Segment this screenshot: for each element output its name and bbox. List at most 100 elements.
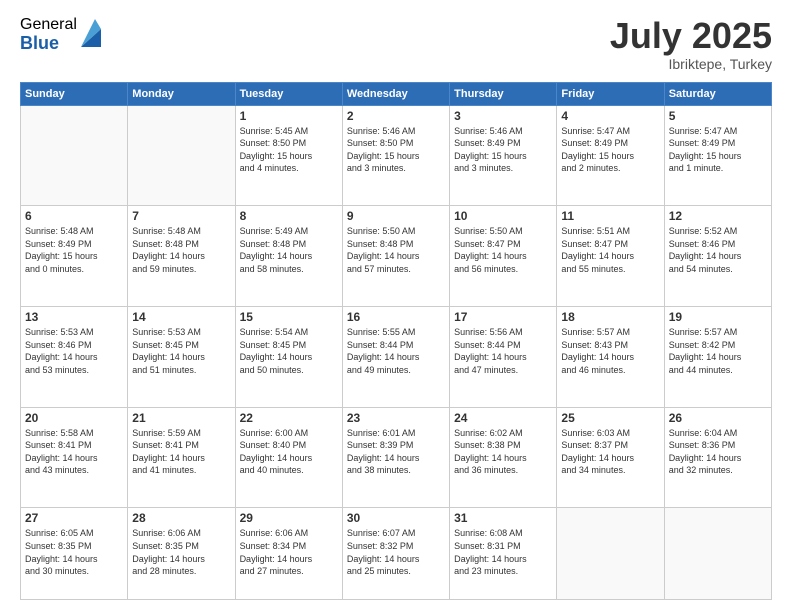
- calendar-cell: 22 Sunrise: 6:00 AM Sunset: 8:40 PM Dayli…: [235, 407, 342, 508]
- week-row-5: 27 Sunrise: 6:05 AM Sunset: 8:35 PM Dayli…: [21, 508, 772, 600]
- calendar-cell: 6 Sunrise: 5:48 AM Sunset: 8:49 PM Daylig…: [21, 206, 128, 307]
- day-number: 10: [454, 209, 552, 223]
- calendar-cell: [557, 508, 664, 600]
- day-number: 19: [669, 310, 767, 324]
- calendar-cell: 31Sunrise: 6:08 AM Sunset: 8:31 PM Dayli…: [450, 508, 557, 600]
- day-number: 13: [25, 310, 123, 324]
- cell-info: Sunrise: 5:52 AM Sunset: 8:46 PM Dayligh…: [669, 225, 767, 275]
- cell-info: Sunrise: 6:07 AM Sunset: 8:32 PM Dayligh…: [347, 527, 445, 577]
- calendar-body: 1 Sunrise: 5:45 AM Sunset: 8:50 PM Daylig…: [21, 105, 772, 599]
- page: General Blue July 2025 Ibriktepe, Turkey…: [0, 0, 792, 612]
- day-number: 3: [454, 109, 552, 123]
- cell-info: Sunrise: 5:51 AM Sunset: 8:47 PM Dayligh…: [561, 225, 659, 275]
- day-number: 17: [454, 310, 552, 324]
- week-row-1: 1 Sunrise: 5:45 AM Sunset: 8:50 PM Daylig…: [21, 105, 772, 206]
- day-number: 4: [561, 109, 659, 123]
- day-number: 22: [240, 411, 338, 425]
- cell-info: Sunrise: 6:06 AM Sunset: 8:35 PM Dayligh…: [132, 527, 230, 577]
- cell-info: Sunrise: 5:55 AM Sunset: 8:44 PM Dayligh…: [347, 326, 445, 376]
- calendar-cell: [128, 105, 235, 206]
- calendar-cell: 10 Sunrise: 5:50 AM Sunset: 8:47 PM Dayli…: [450, 206, 557, 307]
- cell-info: Sunrise: 6:04 AM Sunset: 8:36 PM Dayligh…: [669, 427, 767, 477]
- week-row-2: 6 Sunrise: 5:48 AM Sunset: 8:49 PM Daylig…: [21, 206, 772, 307]
- calendar-cell: 7Sunrise: 5:48 AM Sunset: 8:48 PM Daylig…: [128, 206, 235, 307]
- calendar-cell: 21 Sunrise: 5:59 AM Sunset: 8:41 PM Dayli…: [128, 407, 235, 508]
- day-number: 15: [240, 310, 338, 324]
- cell-info: Sunrise: 5:58 AM Sunset: 8:41 PM Dayligh…: [25, 427, 123, 477]
- calendar-cell: 4Sunrise: 5:47 AM Sunset: 8:49 PM Daylig…: [557, 105, 664, 206]
- day-header-tuesday: Tuesday: [235, 82, 342, 105]
- calendar-cell: 8Sunrise: 5:49 AM Sunset: 8:48 PM Daylig…: [235, 206, 342, 307]
- calendar-cell: 24 Sunrise: 6:02 AM Sunset: 8:38 PM Dayli…: [450, 407, 557, 508]
- calendar-cell: 16 Sunrise: 5:55 AM Sunset: 8:44 PM Dayli…: [342, 307, 449, 408]
- calendar-cell: 20 Sunrise: 5:58 AM Sunset: 8:41 PM Dayli…: [21, 407, 128, 508]
- calendar-cell: [664, 508, 771, 600]
- day-number: 9: [347, 209, 445, 223]
- day-number: 20: [25, 411, 123, 425]
- cell-info: Sunrise: 5:47 AM Sunset: 8:49 PM Dayligh…: [669, 125, 767, 175]
- calendar-cell: 15Sunrise: 5:54 AM Sunset: 8:45 PM Dayli…: [235, 307, 342, 408]
- day-number: 1: [240, 109, 338, 123]
- day-number: 16: [347, 310, 445, 324]
- day-number: 12: [669, 209, 767, 223]
- calendar-cell: 3 Sunrise: 5:46 AM Sunset: 8:49 PM Daylig…: [450, 105, 557, 206]
- cell-info: Sunrise: 5:57 AM Sunset: 8:42 PM Dayligh…: [669, 326, 767, 376]
- day-number: 29: [240, 511, 338, 525]
- cell-info: Sunrise: 5:46 AM Sunset: 8:49 PM Dayligh…: [454, 125, 552, 175]
- calendar-cell: 28Sunrise: 6:06 AM Sunset: 8:35 PM Dayli…: [128, 508, 235, 600]
- cell-info: Sunrise: 5:50 AM Sunset: 8:47 PM Dayligh…: [454, 225, 552, 275]
- cell-info: Sunrise: 5:50 AM Sunset: 8:48 PM Dayligh…: [347, 225, 445, 275]
- calendar-cell: 30Sunrise: 6:07 AM Sunset: 8:32 PM Dayli…: [342, 508, 449, 600]
- month-title: July 2025: [610, 16, 772, 56]
- header: General Blue July 2025 Ibriktepe, Turkey: [20, 16, 772, 72]
- day-header-saturday: Saturday: [664, 82, 771, 105]
- cell-info: Sunrise: 5:46 AM Sunset: 8:50 PM Dayligh…: [347, 125, 445, 175]
- week-row-4: 20 Sunrise: 5:58 AM Sunset: 8:41 PM Dayli…: [21, 407, 772, 508]
- logo-general: General: [20, 16, 77, 34]
- day-number: 31: [454, 511, 552, 525]
- cell-info: Sunrise: 6:05 AM Sunset: 8:35 PM Dayligh…: [25, 527, 123, 577]
- day-number: 6: [25, 209, 123, 223]
- calendar-table: SundayMondayTuesdayWednesdayThursdayFrid…: [20, 82, 772, 600]
- day-number: 21: [132, 411, 230, 425]
- cell-info: Sunrise: 6:00 AM Sunset: 8:40 PM Dayligh…: [240, 427, 338, 477]
- week-row-3: 13 Sunrise: 5:53 AM Sunset: 8:46 PM Dayli…: [21, 307, 772, 408]
- logo: General Blue: [20, 16, 101, 53]
- cell-info: Sunrise: 6:03 AM Sunset: 8:37 PM Dayligh…: [561, 427, 659, 477]
- calendar-cell: 18Sunrise: 5:57 AM Sunset: 8:43 PM Dayli…: [557, 307, 664, 408]
- cell-info: Sunrise: 6:01 AM Sunset: 8:39 PM Dayligh…: [347, 427, 445, 477]
- day-header-thursday: Thursday: [450, 82, 557, 105]
- cell-info: Sunrise: 5:48 AM Sunset: 8:49 PM Dayligh…: [25, 225, 123, 275]
- calendar-cell: 14 Sunrise: 5:53 AM Sunset: 8:45 PM Dayli…: [128, 307, 235, 408]
- day-number: 7: [132, 209, 230, 223]
- cell-info: Sunrise: 6:02 AM Sunset: 8:38 PM Dayligh…: [454, 427, 552, 477]
- cell-info: Sunrise: 5:53 AM Sunset: 8:46 PM Dayligh…: [25, 326, 123, 376]
- calendar-cell: 5 Sunrise: 5:47 AM Sunset: 8:49 PM Daylig…: [664, 105, 771, 206]
- day-number: 27: [25, 511, 123, 525]
- logo-blue: Blue: [20, 34, 77, 54]
- calendar-cell: 11 Sunrise: 5:51 AM Sunset: 8:47 PM Dayli…: [557, 206, 664, 307]
- calendar-header-row: SundayMondayTuesdayWednesdayThursdayFrid…: [21, 82, 772, 105]
- day-number: 14: [132, 310, 230, 324]
- cell-info: Sunrise: 5:57 AM Sunset: 8:43 PM Dayligh…: [561, 326, 659, 376]
- logo-text: General Blue: [20, 16, 77, 53]
- cell-info: Sunrise: 5:53 AM Sunset: 8:45 PM Dayligh…: [132, 326, 230, 376]
- cell-info: Sunrise: 5:59 AM Sunset: 8:41 PM Dayligh…: [132, 427, 230, 477]
- logo-icon: [81, 19, 101, 47]
- day-number: 24: [454, 411, 552, 425]
- location-subtitle: Ibriktepe, Turkey: [610, 56, 772, 72]
- day-number: 5: [669, 109, 767, 123]
- calendar-cell: 13 Sunrise: 5:53 AM Sunset: 8:46 PM Dayli…: [21, 307, 128, 408]
- day-number: 26: [669, 411, 767, 425]
- calendar-cell: 19 Sunrise: 5:57 AM Sunset: 8:42 PM Dayli…: [664, 307, 771, 408]
- day-number: 11: [561, 209, 659, 223]
- day-number: 23: [347, 411, 445, 425]
- day-header-friday: Friday: [557, 82, 664, 105]
- calendar-cell: 27 Sunrise: 6:05 AM Sunset: 8:35 PM Dayli…: [21, 508, 128, 600]
- day-number: 2: [347, 109, 445, 123]
- cell-info: Sunrise: 5:49 AM Sunset: 8:48 PM Dayligh…: [240, 225, 338, 275]
- day-header-wednesday: Wednesday: [342, 82, 449, 105]
- cell-info: Sunrise: 5:45 AM Sunset: 8:50 PM Dayligh…: [240, 125, 338, 175]
- cell-info: Sunrise: 6:06 AM Sunset: 8:34 PM Dayligh…: [240, 527, 338, 577]
- cell-info: Sunrise: 5:56 AM Sunset: 8:44 PM Dayligh…: [454, 326, 552, 376]
